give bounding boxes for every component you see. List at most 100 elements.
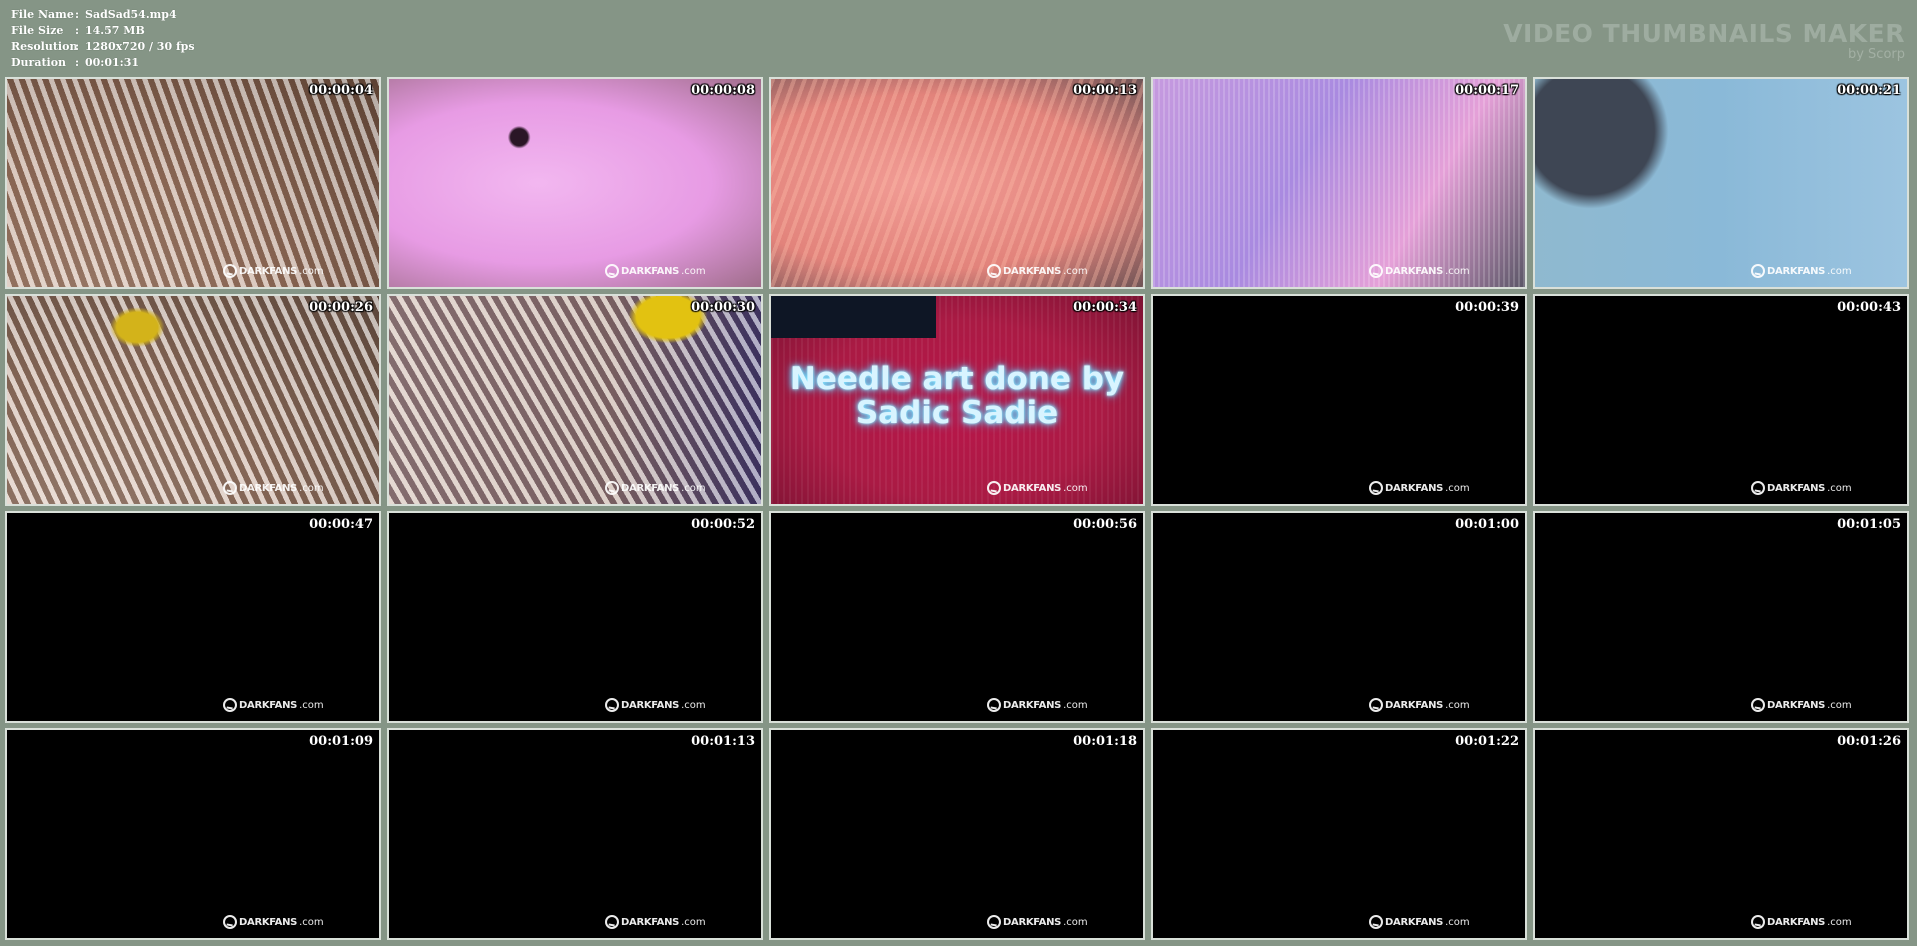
thumbnail-17[interactable]: 00:01:13 DARKFANS .com xyxy=(387,728,763,940)
frame-image xyxy=(7,296,379,504)
thumbnail-9[interactable]: 00:00:39 DARKFANS .com xyxy=(1151,294,1527,506)
watermark: DARKFANS .com xyxy=(223,915,324,929)
info-key: Duration xyxy=(11,56,67,69)
thumbnail-16[interactable]: 00:01:09 DARKFANS .com xyxy=(5,728,381,940)
watermark: DARKFANS .com xyxy=(1751,915,1852,929)
watermark-dark: DARKFANS xyxy=(1003,265,1062,277)
thumbnail-15[interactable]: 00:01:05 DARKFANS .com xyxy=(1533,511,1909,723)
info-value: 14.57 MB xyxy=(85,24,145,37)
watermark: DARKFANS .com xyxy=(223,698,324,712)
thumbnail-2[interactable]: 00:00:08 DARKFANS .com xyxy=(387,77,763,289)
frame-image xyxy=(1535,79,1907,287)
file-info-panel: File Name : SadSad54.mp4 File Size : 14.… xyxy=(11,7,195,71)
watermark-rest: .com xyxy=(1063,265,1088,277)
caption-line-2: Sadic Sadie xyxy=(855,395,1059,431)
timestamp: 00:01:13 xyxy=(691,734,755,749)
watermark-rest: .com xyxy=(1827,265,1852,277)
info-separator: : xyxy=(75,56,80,69)
watermark-rest: .com xyxy=(1827,916,1852,928)
watermark-dark: DARKFANS xyxy=(1003,916,1062,928)
darkfans-mask-icon xyxy=(1369,698,1383,712)
frame-image xyxy=(7,730,379,938)
darkfans-mask-icon xyxy=(987,915,1001,929)
watermark-rest: .com xyxy=(1445,916,1470,928)
info-key: File Name xyxy=(11,8,74,21)
thumbnail-19[interactable]: 00:01:22 DARKFANS .com xyxy=(1151,728,1527,940)
frame-image xyxy=(771,513,1143,721)
darkfans-mask-icon xyxy=(1369,915,1383,929)
frame-image xyxy=(771,79,1143,287)
frame-image xyxy=(7,79,379,287)
thumbnail-5[interactable]: 00:00:21 DARKFANS .com xyxy=(1533,77,1909,289)
info-key: Resolution xyxy=(11,40,78,53)
watermark-rest: .com xyxy=(681,699,706,711)
thumbnail-1[interactable]: 00:00:04 DARKFANS .com xyxy=(5,77,381,289)
info-value: 1280x720 / 30 fps xyxy=(85,40,195,53)
watermark-dark: DARKFANS xyxy=(621,482,680,494)
thumbnail-20[interactable]: 00:01:26 DARKFANS .com xyxy=(1533,728,1909,940)
thumbnail-6[interactable]: 00:00:26 DARKFANS .com xyxy=(5,294,381,506)
thumbnail-11[interactable]: 00:00:47 DARKFANS .com xyxy=(5,511,381,723)
watermark-dark: DARKFANS xyxy=(1385,699,1444,711)
watermark: DARKFANS .com xyxy=(1369,915,1470,929)
darkfans-mask-icon xyxy=(1369,264,1383,278)
darkfans-mask-icon xyxy=(1751,915,1765,929)
timestamp: 00:00:34 xyxy=(1073,300,1137,315)
watermark-rest: .com xyxy=(1445,482,1470,494)
timestamp: 00:00:13 xyxy=(1073,83,1137,98)
watermark-rest: .com xyxy=(1445,699,1470,711)
thumbnail-7[interactable]: 00:00:30 DARKFANS .com xyxy=(387,294,763,506)
darkfans-mask-icon xyxy=(223,915,237,929)
watermark: DARKFANS .com xyxy=(1751,264,1852,278)
watermark-dark: DARKFANS xyxy=(239,916,298,928)
info-row-file-name: File Name : SadSad54.mp4 xyxy=(11,7,195,23)
darkfans-mask-icon xyxy=(1751,481,1765,495)
watermark: DARKFANS .com xyxy=(1369,264,1470,278)
darkfans-mask-icon xyxy=(1751,698,1765,712)
watermark: DARKFANS .com xyxy=(1369,698,1470,712)
watermark-dark: DARKFANS xyxy=(239,482,298,494)
info-key: File Size xyxy=(11,24,64,37)
darkfans-mask-icon xyxy=(987,481,1001,495)
thumbnail-13[interactable]: 00:00:56 DARKFANS .com xyxy=(769,511,1145,723)
frame-image xyxy=(389,513,761,721)
thumbnail-12[interactable]: 00:00:52 DARKFANS .com xyxy=(387,511,763,723)
frame-image xyxy=(1535,296,1907,504)
frame-image xyxy=(771,730,1143,938)
frame-image xyxy=(389,79,761,287)
timestamp: 00:00:04 xyxy=(309,83,373,98)
darkfans-mask-icon xyxy=(605,915,619,929)
darkfans-mask-icon xyxy=(1369,481,1383,495)
watermark-dark: DARKFANS xyxy=(239,699,298,711)
watermark-dark: DARKFANS xyxy=(621,916,680,928)
timestamp: 00:00:30 xyxy=(691,300,755,315)
watermark-rest: .com xyxy=(681,916,706,928)
timestamp: 00:00:08 xyxy=(691,83,755,98)
timestamp: 00:01:00 xyxy=(1455,517,1519,532)
frame-image xyxy=(1153,730,1525,938)
brand-title: VIDEO THUMBNAILS MAKER xyxy=(1503,19,1905,48)
info-separator: : xyxy=(75,24,80,37)
watermark-rest: .com xyxy=(1445,265,1470,277)
frame-image xyxy=(389,730,761,938)
thumbnail-14[interactable]: 00:01:00 DARKFANS .com xyxy=(1151,511,1527,723)
timestamp: 00:00:47 xyxy=(309,517,373,532)
caption-line-1: Needle art done by xyxy=(789,361,1125,397)
info-row-resolution: Resolution : 1280x720 / 30 fps xyxy=(11,39,195,55)
frame-image xyxy=(389,296,761,504)
thumbnail-3[interactable]: 00:00:13 DARKFANS .com xyxy=(769,77,1145,289)
thumbnail-10[interactable]: 00:00:43 DARKFANS .com xyxy=(1533,294,1909,506)
timestamp: 00:00:43 xyxy=(1837,300,1901,315)
thumbnail-8[interactable]: Needle art done by Sadic Sadie 00:00:34 … xyxy=(769,294,1145,506)
thumbnail-4[interactable]: 00:00:17 DARKFANS .com xyxy=(1151,77,1527,289)
darkfans-mask-icon xyxy=(223,481,237,495)
watermark-rest: .com xyxy=(1827,482,1852,494)
info-value: 00:01:31 xyxy=(85,56,140,69)
info-value: SadSad54.mp4 xyxy=(85,8,177,21)
thumbnail-18[interactable]: 00:01:18 DARKFANS .com xyxy=(769,728,1145,940)
watermark-dark: DARKFANS xyxy=(1003,699,1062,711)
timestamp: 00:01:09 xyxy=(309,734,373,749)
frame-image xyxy=(1535,730,1907,938)
darkfans-mask-icon xyxy=(223,264,237,278)
info-row-file-size: File Size : 14.57 MB xyxy=(11,23,195,39)
